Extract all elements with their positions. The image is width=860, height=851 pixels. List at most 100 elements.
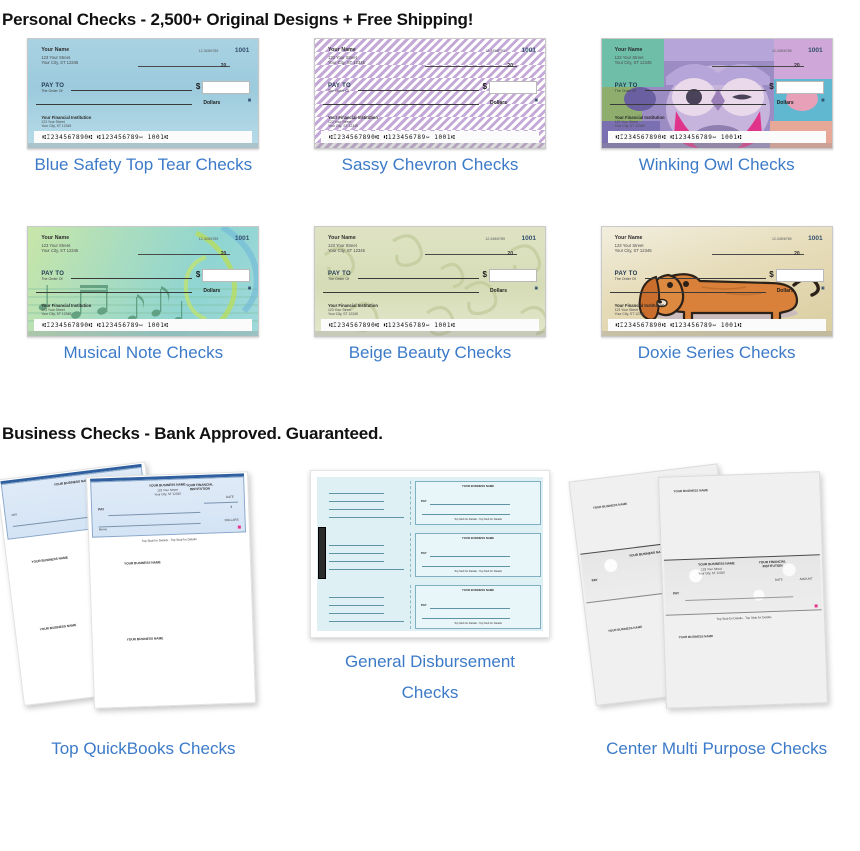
check-date-label: 20 (507, 63, 513, 69)
check-micr-line: ⑆⑄234567890⑆ ⑆123456789⑅ 1001⑆ (42, 321, 169, 329)
check-preview-musical-note[interactable]: Your Name 123 Your Street Your City, ST … (27, 226, 260, 337)
check-date-line (424, 66, 517, 67)
check-dollar-sign: $ (482, 82, 487, 91)
product-thumbnail-wrap[interactable]: Your Name 123 Your Street Your City, ST … (573, 38, 860, 149)
check-address-line-2: Your City, ST 12345 (327, 248, 365, 254)
check-amount-box (488, 81, 537, 94)
sheet-bank-label: YOUR FINANCIAL INSTITUTION (186, 482, 214, 492)
check-face: Your Name 123 Your Street Your City, ST … (314, 39, 545, 148)
product-card-sassy-chevron[interactable]: Your Name 123 Your Street Your City, ST … (287, 38, 574, 180)
check-bottom-band (601, 143, 832, 148)
check-address-line-2: Your City, ST 12345 (41, 60, 79, 66)
check-account-name: Your Name (614, 235, 643, 241)
check-account-address: 123 Your Street Your City, ST 12345 (615, 55, 652, 66)
check-preview-blue-safety-top-tear[interactable]: Your Name 123 Your Street Your City, ST … (27, 38, 260, 149)
product-card-blue-safety-top-tear[interactable]: Your Name 123 Your Street Your City, ST … (0, 38, 287, 180)
sheet-check-band: YOUR BUSINESS NAME 123 Your Street Your … (90, 476, 247, 538)
check-address-line-2: Your City, ST 12345 (327, 60, 365, 66)
check-preview-sassy-chevron[interactable]: Your Name 123 Your Street Your City, ST … (313, 38, 546, 149)
product-card-musical-note[interactable]: Your Name 123 Your Street Your City, ST … (0, 226, 287, 368)
check-order-of-label: The Order Of (614, 277, 636, 281)
product-link-doxie-series[interactable]: Doxie Series Checks (602, 337, 832, 368)
check-micr-line: ⑆⑄234567890⑆ ⑆123456789⑅ 1001⑆ (42, 133, 169, 141)
product-card-beige-beauty[interactable]: Your Name 123 Your Street Your City, ST … (287, 226, 574, 368)
check-dollar-sign: $ (482, 270, 487, 279)
check-preview-winking-owl[interactable]: Your Name 123 Your Street Your City, ST … (600, 38, 833, 149)
product-thumbnail-wrap[interactable]: YOUR BUSINESS NAME PAY YOUR BUSINESS NAM… (0, 461, 287, 721)
checkbook-company: YOUR BUSINESS NAME (461, 536, 495, 540)
product-link-center-multipurpose[interactable]: Center Multi Purpose Checks (602, 733, 832, 764)
check-number: 1001 (521, 47, 536, 54)
check-bottom-band (314, 143, 545, 148)
product-card-general-disbursement[interactable]: YOUR BUSINESS NAME PAY Top Stub for Deta… (287, 466, 574, 764)
check-amount-words-line (609, 292, 766, 293)
sheet-pay-label: PAY (591, 577, 598, 583)
personal-checks-row-1: Your Name 123 Your Street Your City, ST … (0, 38, 860, 180)
product-link-top-quickbooks[interactable]: Top QuickBooks Checks (28, 733, 258, 764)
check-bank-line-2: Your City, ST 12345 (41, 124, 72, 128)
sheet-stub-label-2: YOUR BUSINESS NAME (678, 634, 713, 640)
sheet-check-band: YOUR BUSINESS NAME 123 Your Street Your … (663, 554, 822, 616)
check-number: 1001 (234, 235, 250, 242)
check-amount-box (775, 269, 824, 282)
personal-checks-heading: Personal Checks - 2,500+ Original Design… (2, 10, 474, 29)
check-preview-top-quickbooks[interactable]: YOUR BUSINESS NAME PAY YOUR BUSINESS NAM… (0, 461, 268, 721)
check-face: Your Name 123 Your Street Your City, ST … (28, 39, 259, 148)
sheet-stub-label-1: YOUR BUSINESS NAME (592, 501, 627, 510)
check-dollars-word: Dollars (490, 288, 507, 294)
product-thumbnail-wrap[interactable]: Your Name 123 Your Street Your City, ST … (287, 226, 574, 337)
product-thumbnail-wrap[interactable]: Your Name 123 Your Street Your City, ST … (0, 226, 287, 337)
check-preview-center-multipurpose[interactable]: YOUR BUSINESS NAME YOUR BUSINESS NAME PA… (568, 463, 842, 721)
check-micr-strip: ⑆⑄234567890⑆ ⑆123456789⑅ 1001⑆ (34, 131, 253, 143)
product-thumbnail-wrap[interactable]: Your Name 123 Your Street Your City, ST … (573, 226, 860, 337)
check-bank-address: 123 Your Street Your City, ST 12345 (41, 308, 71, 316)
product-thumbnail-wrap[interactable]: Your Name 123 Your Street Your City, ST … (0, 38, 287, 149)
sheet-pay-label: PAY (672, 591, 679, 596)
check-preview-doxie-series[interactable]: Your Name 123 Your Street Your City, ST … (600, 226, 833, 337)
check-date-line (138, 254, 231, 255)
product-thumbnail-wrap[interactable]: YOUR BUSINESS NAME PAY Top Stub for Deta… (287, 466, 574, 638)
check-date-line (138, 66, 231, 67)
checkbook-pay-label: PAY (420, 551, 427, 555)
check-security-logo: ▣ (821, 98, 825, 102)
product-card-doxie-series[interactable]: Your Name 123 Your Street Your City, ST … (573, 226, 860, 368)
check-amount-words-line (36, 104, 193, 105)
check-preview-general-disbursement[interactable]: YOUR BUSINESS NAME PAY Top Stub for Deta… (309, 470, 550, 638)
product-link-general-disbursement[interactable]: General Disbursement Checks (315, 646, 545, 708)
check-account-address: 123 Your Street Your City, ST 12345 (615, 243, 652, 254)
check-number: 1001 (521, 235, 536, 242)
checkbook-pay-label: PAY (420, 499, 427, 503)
check-address-line-1: 123 Your Street (614, 55, 644, 60)
sheet-memo-label: Memo (99, 527, 108, 532)
check-date-line (711, 254, 804, 255)
product-card-top-quickbooks[interactable]: YOUR BUSINESS NAME PAY YOUR BUSINESS NAM… (0, 461, 287, 764)
product-link-blue-safety-top-tear[interactable]: Blue Safety Top Tear Checks (28, 149, 258, 180)
check-address-line-1: 123 Your Street (41, 243, 71, 248)
product-card-center-multipurpose[interactable]: YOUR BUSINESS NAME YOUR BUSINESS NAME PA… (568, 463, 860, 764)
sheet-color-mark-icon (238, 525, 242, 529)
sheet-dollars-label: DOLLARS (224, 517, 239, 523)
product-link-winking-owl[interactable]: Winking Owl Checks (602, 149, 832, 180)
check-bank-address: 123 Your Street Your City, ST 12345 (615, 120, 645, 128)
check-bank-address: 123 Your Street Your City, ST 12345 (328, 120, 358, 128)
check-order-of-label: The Order Of (327, 89, 350, 93)
check-account-address: 123 Your Street Your City, ST 12345 (41, 243, 78, 254)
check-account-name: Your Name (614, 47, 643, 53)
product-link-beige-beauty[interactable]: Beige Beauty Checks (315, 337, 545, 368)
check-account-name: Your Name (41, 47, 70, 53)
product-link-sassy-chevron[interactable]: Sassy Chevron Checks (315, 149, 545, 180)
sheet-stub-label-1: YOUR BUSINESS NAME (124, 560, 162, 566)
product-thumbnail-wrap[interactable]: YOUR BUSINESS NAME YOUR BUSINESS NAME PA… (568, 463, 860, 721)
check-bank-line-2: Your City, ST 12345 (614, 312, 645, 316)
check-date-line (711, 66, 804, 67)
check-bank-line-2: Your City, ST 12345 (41, 312, 72, 316)
check-preview-beige-beauty[interactable]: Your Name 123 Your Street Your City, ST … (313, 226, 546, 337)
check-number: 1001 (234, 47, 250, 54)
check-dollar-sign: $ (769, 82, 774, 91)
product-link-musical-note[interactable]: Musical Note Checks (28, 337, 258, 368)
check-micr-strip: ⑆⑄234567890⑆ ⑆123456789⑅ 1001⑆ (34, 319, 253, 331)
sheet-stub-label-2: YOUR BUSINESS NAME (39, 623, 77, 632)
product-thumbnail-wrap[interactable]: Your Name 123 Your Street Your City, ST … (287, 38, 574, 149)
product-card-winking-owl[interactable]: Your Name 123 Your Street Your City, ST … (573, 38, 860, 180)
check-date-label: 20 (220, 251, 227, 257)
